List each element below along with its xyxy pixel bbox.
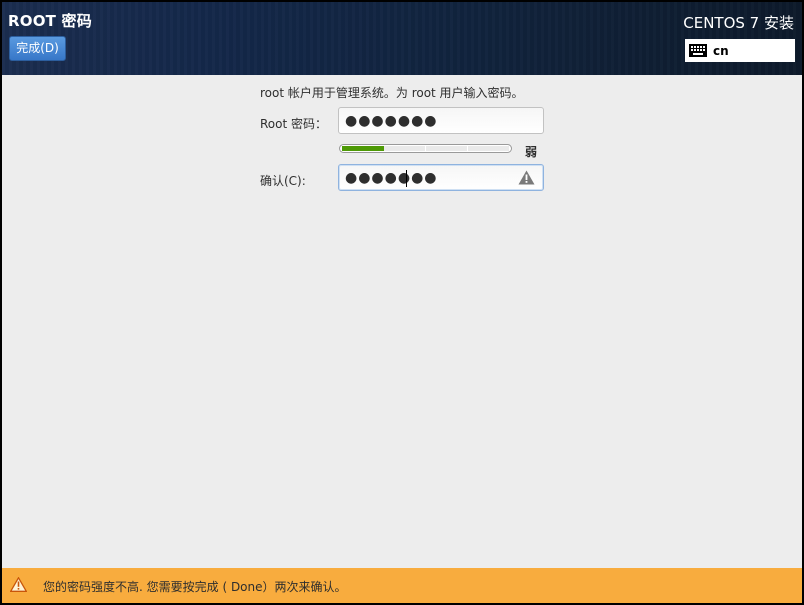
text-cursor: [406, 170, 407, 187]
warning-bar: 您的密码强度不高. 您需要按完成 ( Done）两次来确认。: [2, 568, 802, 603]
confirm-label: 确认(C):: [260, 174, 306, 188]
confirm-password-value: ●●●●●●●: [345, 170, 438, 186]
screen: ROOT 密码 完成(D) CENTOS 7 安装 cn root 帐户用于管理…: [2, 2, 802, 603]
warning-icon: [10, 577, 27, 592]
password-label: Root 密码：: [260, 117, 328, 131]
confirm-password-field[interactable]: ●●●●●●●: [338, 164, 544, 191]
password-strength-bar: [339, 144, 512, 153]
warning-message: 您的密码强度不高. 您需要按完成 ( Done）两次来确认。: [43, 580, 347, 594]
done-button[interactable]: 完成(D): [9, 36, 66, 61]
product-title: CENTOS 7 安装: [683, 14, 794, 32]
password-strength-fill: [342, 146, 384, 151]
header-bar: ROOT 密码 完成(D) CENTOS 7 安装 cn: [2, 2, 802, 75]
password-field[interactable]: ●●●●●●●: [338, 107, 544, 134]
keyboard-layout-indicator[interactable]: cn: [685, 39, 795, 62]
keyboard-icon: [689, 44, 707, 57]
password-strength-label: 弱: [525, 145, 538, 159]
keyboard-layout-label: cn: [713, 43, 729, 58]
intro-text: root 帐户用于管理系统。为 root 用户输入密码。: [260, 86, 524, 100]
password-value: ●●●●●●●: [345, 113, 438, 129]
warning-icon: [518, 170, 535, 185]
page-title: ROOT 密码: [8, 12, 92, 30]
